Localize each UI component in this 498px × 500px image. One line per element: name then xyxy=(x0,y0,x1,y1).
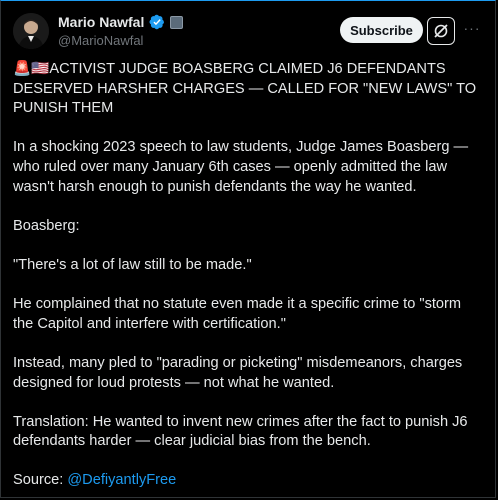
post-body: 🚨🇺🇸ACTIVIST JUDGE BOASBERG CLAIMED J6 DE… xyxy=(13,60,483,491)
source-label: Source: xyxy=(13,472,68,489)
verified-badge-icon xyxy=(149,14,165,30)
post-headline: 🚨🇺🇸ACTIVIST JUDGE BOASBERG CLAIMED J6 DE… xyxy=(13,61,481,117)
post-paragraph: Translation: He wanted to invent new cri… xyxy=(13,413,472,450)
affiliation-badge-icon xyxy=(170,15,184,29)
grok-icon xyxy=(434,24,448,38)
more-options-icon[interactable]: ··· xyxy=(462,21,482,38)
post-paragraph: He complained that no statute even made … xyxy=(13,296,466,332)
source-mention-link[interactable]: @DefiyantlyFree xyxy=(67,472,176,488)
author-name-row: Mario Nawfal xyxy=(58,14,184,30)
author-display-name[interactable]: Mario Nawfal xyxy=(58,14,144,30)
post-paragraph: In a shocking 2023 speech to law student… xyxy=(13,139,473,195)
post-source: Source: @DefiyantlyFree xyxy=(13,471,483,491)
grok-button[interactable] xyxy=(427,17,455,45)
subscribe-button[interactable]: Subscribe xyxy=(340,17,423,43)
post-paragraph: "There's a lot of law still to be made." xyxy=(13,256,252,273)
avatar[interactable] xyxy=(13,13,49,49)
post-paragraph: Instead, many pled to "parading or picke… xyxy=(13,354,467,391)
author-handle[interactable]: @MarioNawfal xyxy=(58,33,143,48)
post-paragraph: Boasberg: xyxy=(13,217,80,234)
